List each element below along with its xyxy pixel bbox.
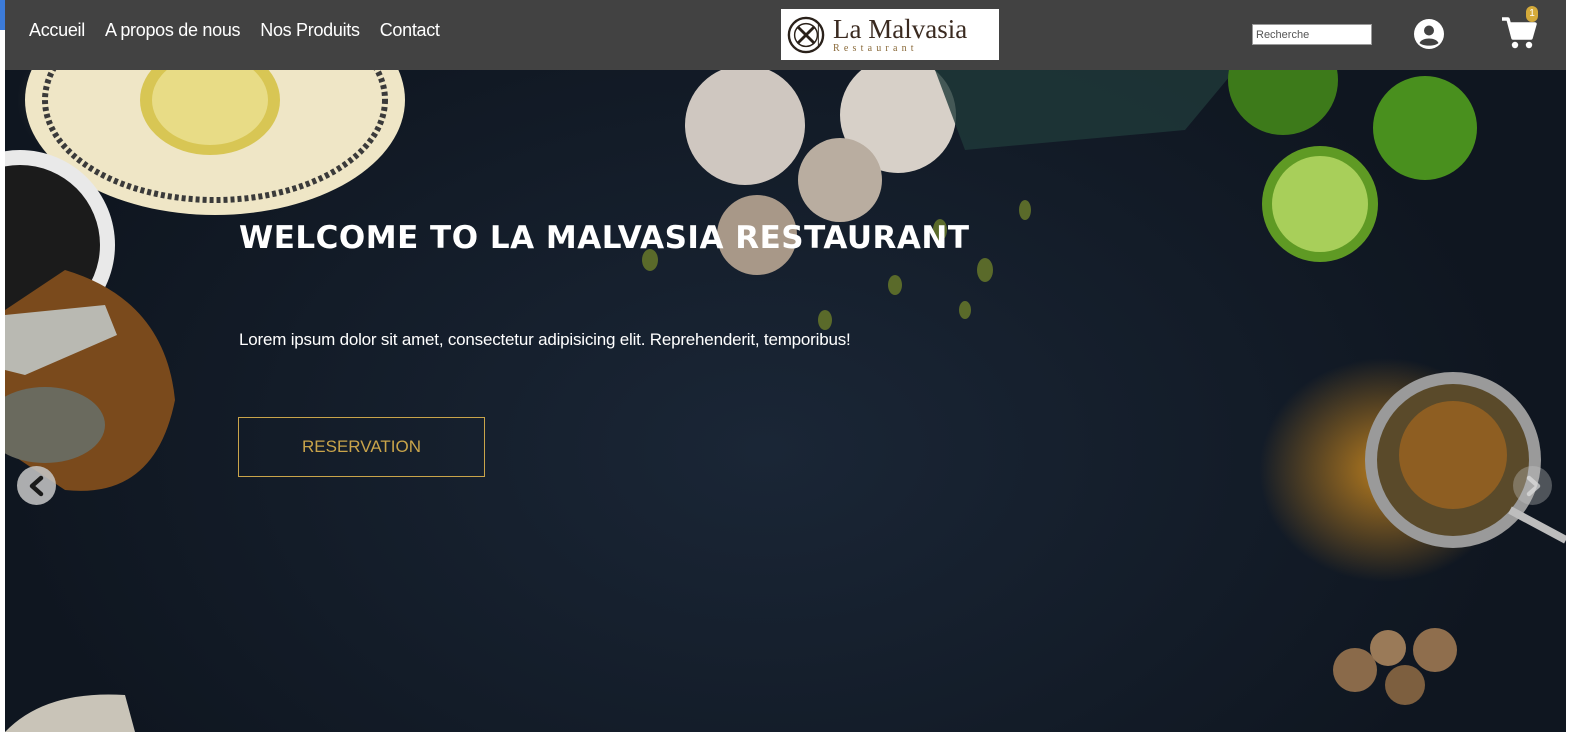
logo[interactable]: La Malvasia Restaurant <box>781 9 999 60</box>
logo-subtitle: Restaurant <box>833 42 918 54</box>
logo-emblem-icon <box>787 16 825 53</box>
reservation-button[interactable]: RESERVATION <box>238 417 485 477</box>
search-input[interactable] <box>1252 24 1372 45</box>
chevron-right-icon <box>1526 475 1540 496</box>
logo-title: La Malvasia <box>833 13 968 44</box>
hero-text: Lorem ipsum dolor sit amet, consectetur … <box>239 330 851 349</box>
hero-background-image <box>5 70 1566 732</box>
nav-link-contact[interactable]: Contact <box>380 20 440 41</box>
user-circle-icon[interactable] <box>1413 18 1445 50</box>
carousel-prev-button[interactable] <box>17 466 56 505</box>
nav-links: Accueil A propos de nous Nos Produits Co… <box>29 20 440 41</box>
hero-carousel: WELCOME TO LA MALVASIA RESTAURANT Lorem … <box>5 70 1566 732</box>
cart-count-badge: 1 <box>1526 6 1538 22</box>
chevron-left-icon <box>29 475 43 496</box>
nav-link-a-propos[interactable]: A propos de nous <box>105 20 241 41</box>
page-bottom-edge <box>5 732 1566 744</box>
right-window-edge <box>1566 0 1591 744</box>
carousel-next-button[interactable] <box>1513 466 1552 505</box>
nav-link-nos-produits[interactable]: Nos Produits <box>260 20 360 41</box>
hero-title: WELCOME TO LA MALVASIA RESTAURANT <box>239 220 970 256</box>
nav-link-accueil[interactable]: Accueil <box>29 20 85 41</box>
